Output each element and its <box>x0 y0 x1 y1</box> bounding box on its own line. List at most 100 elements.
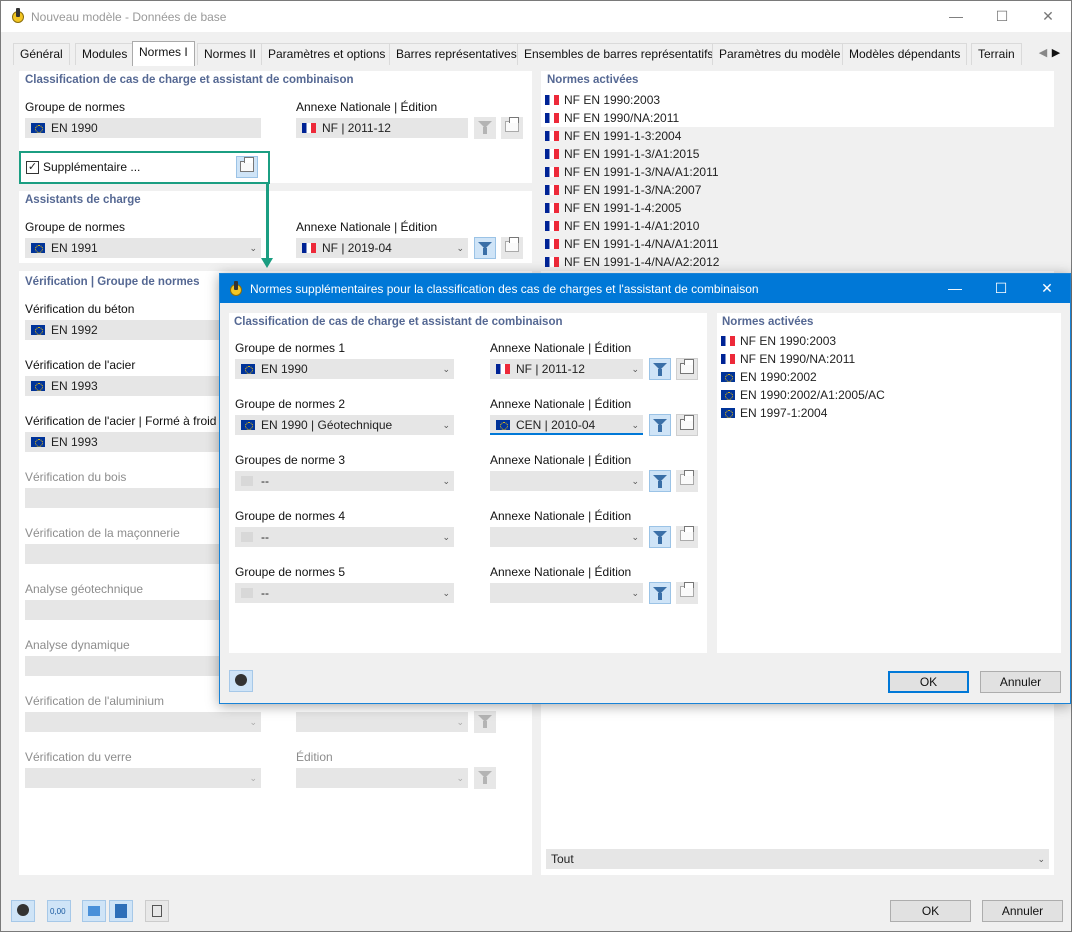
list-item[interactable]: NF EN 1991-1-3:2004 <box>541 127 1054 145</box>
annex-1-select[interactable]: NF | 2011-12 ⌄ <box>490 359 643 379</box>
help-icon[interactable] <box>11 900 35 922</box>
activated-filter-select[interactable]: Tout ⌄ <box>546 849 1049 869</box>
filter-5-button[interactable] <box>649 582 671 604</box>
filter-4-button[interactable] <box>649 526 671 548</box>
chevron-down-icon: ⌄ <box>442 476 450 486</box>
tab-parametres-options[interactable]: Paramètres et options <box>261 43 393 65</box>
group-5-select[interactable]: -- ⌄ <box>235 583 454 603</box>
group-2-select[interactable]: EN 1990 | Géotechnique ⌄ <box>235 415 454 435</box>
chevron-down-icon: ⌄ <box>249 717 257 727</box>
dialog-cancel-button[interactable]: Annuler <box>980 671 1061 693</box>
lw-group-select[interactable]: EN 1991 ⌄ <box>25 238 261 258</box>
list-item[interactable]: NF EN 1990/NA:2011 <box>717 350 1061 368</box>
list-item[interactable]: EN 1990:2002 <box>717 368 1061 386</box>
chevron-down-icon: ⌄ <box>442 588 450 598</box>
eu-flag-icon <box>31 123 45 133</box>
eu-flag-icon <box>496 420 510 430</box>
annex-2-label: Annexe Nationale | Édition <box>490 397 632 411</box>
units-icon[interactable]: 0,00 <box>47 900 71 922</box>
dialog-maximize-button[interactable]: ☐ <box>978 274 1024 303</box>
group-3-select[interactable]: -- ⌄ <box>235 471 454 491</box>
steel-label: Vérification de l'acier <box>25 358 136 372</box>
timber-label: Vérification du bois <box>25 470 127 484</box>
tab-scroll-right-icon[interactable]: ▶ <box>1050 45 1062 61</box>
empty-flag-icon <box>241 532 253 542</box>
eu-flag-icon <box>31 243 45 253</box>
group-4-label: Groupe de normes 4 <box>235 509 346 523</box>
empty-flag-icon <box>241 588 253 598</box>
filter-2-button[interactable] <box>649 414 671 436</box>
annex-4-label: Annexe Nationale | Édition <box>490 509 632 523</box>
chevron-down-icon: ⌄ <box>249 243 257 253</box>
tab-terrain[interactable]: Terrain <box>971 43 1022 65</box>
tab-parametres-modele[interactable]: Paramètres du modèle <box>712 43 848 65</box>
group-1-select[interactable]: EN 1990 ⌄ <box>235 359 454 379</box>
list-item[interactable]: NF EN 1990:2003 <box>717 332 1061 350</box>
fr-flag-icon <box>496 364 510 374</box>
group-4-select[interactable]: -- ⌄ <box>235 527 454 547</box>
dialog-classification-header: Classification de cas de charge et assis… <box>234 316 563 328</box>
annex-5-select[interactable]: ⌄ <box>490 583 643 603</box>
chevron-down-icon: ⌄ <box>631 532 639 542</box>
model-icon[interactable] <box>82 900 106 922</box>
list-item[interactable]: NF EN 1990/NA:2011 <box>541 109 1054 127</box>
tab-general[interactable]: Général <box>13 43 70 65</box>
activated-header: Normes activées <box>547 74 639 86</box>
minimize-button[interactable]: — <box>933 1 979 32</box>
list-item[interactable]: NF EN 1991-1-3/NA:2007 <box>541 181 1054 199</box>
list-item[interactable]: NF EN 1990:2003 <box>541 91 1054 109</box>
list-item[interactable]: NF EN 1991-1-3/NA/A1:2011 <box>541 163 1054 181</box>
classification-header: Classification de cas de charge et assis… <box>25 74 354 86</box>
tab-barres-representatives[interactable]: Barres représentatives <box>389 43 524 65</box>
dialog-app-icon <box>228 281 244 297</box>
dialog-close-button[interactable]: ✕ <box>1024 274 1070 303</box>
list-item[interactable]: NF EN 1991-1-4/NA/A2:2012 <box>541 253 1054 271</box>
tab-ensembles-barres[interactable]: Ensembles de barres représentatifs <box>517 43 721 65</box>
annotation-arrow-head-icon <box>261 258 273 268</box>
close-button[interactable]: ✕ <box>1025 1 1071 32</box>
annex-label: Annexe Nationale | Édition <box>296 100 438 114</box>
group-3-label: Groupes de norme 3 <box>235 453 346 467</box>
window-title: Nouveau modèle - Données de base <box>31 10 227 24</box>
library-2-button[interactable] <box>676 414 698 436</box>
ok-button[interactable]: OK <box>890 900 971 922</box>
glass-edition-select: ⌄ <box>296 768 468 788</box>
chevron-down-icon: ⌄ <box>442 420 450 430</box>
library-1-button[interactable] <box>676 358 698 380</box>
fr-flag-icon <box>302 123 316 133</box>
maximize-button[interactable]: ☐ <box>979 1 1025 32</box>
filter-1-button[interactable] <box>649 358 671 380</box>
tab-normes-1[interactable]: Normes I <box>132 41 195 66</box>
lw-annex-label: Annexe Nationale | Édition <box>296 220 438 234</box>
list-item[interactable]: NF EN 1991-1-4:2005 <box>541 199 1054 217</box>
annex-2-select[interactable]: CEN | 2010-04 ⌄ <box>490 415 643 435</box>
chevron-down-icon: ⌄ <box>631 364 639 374</box>
filter-3-button[interactable] <box>649 470 671 492</box>
dynamic-label: Analyse dynamique <box>25 638 130 652</box>
dialog-minimize-button[interactable]: — <box>932 274 978 303</box>
list-item[interactable]: EN 1990:2002/A1:2005/AC <box>717 386 1061 404</box>
tab-scroll-left-icon[interactable]: ◀ <box>1037 45 1049 61</box>
copy-icon[interactable] <box>145 900 169 922</box>
list-item[interactable]: NF EN 1991-1-4/A1:2010 <box>541 217 1054 235</box>
lw-filter-button[interactable] <box>474 237 496 259</box>
tab-modules[interactable]: Modules <box>75 43 135 65</box>
tab-modeles-dependants[interactable]: Modèles dépendants <box>842 43 968 65</box>
dialog-activated-list: NF EN 1990:2003 NF EN 1990/NA:2011 EN 19… <box>717 332 1061 432</box>
eu-flag-icon <box>31 325 45 335</box>
main-titlebar: Nouveau modèle - Données de base — ☐ ✕ <box>1 1 1071 32</box>
list-item[interactable]: NF EN 1991-1-3/A1:2015 <box>541 145 1054 163</box>
eu-flag-icon <box>31 381 45 391</box>
lw-annex-select[interactable]: NF | 2019-04 ⌄ <box>296 238 468 258</box>
cancel-button[interactable]: Annuler <box>982 900 1063 922</box>
annex-4-select[interactable]: ⌄ <box>490 527 643 547</box>
fr-flag-icon <box>545 167 559 177</box>
list-item[interactable]: NF EN 1991-1-4/NA/A1:2011 <box>541 235 1054 253</box>
tab-normes-2[interactable]: Normes II <box>197 43 264 65</box>
list-item[interactable]: EN 1997-1:2004 <box>717 404 1061 422</box>
load-wizards-panel: Assistants de charge Groupe de normes EN… <box>19 191 532 263</box>
save-icon[interactable] <box>109 900 133 922</box>
dialog-help-icon[interactable] <box>229 670 253 692</box>
dialog-ok-button[interactable]: OK <box>888 671 969 693</box>
annex-3-select[interactable]: ⌄ <box>490 471 643 491</box>
